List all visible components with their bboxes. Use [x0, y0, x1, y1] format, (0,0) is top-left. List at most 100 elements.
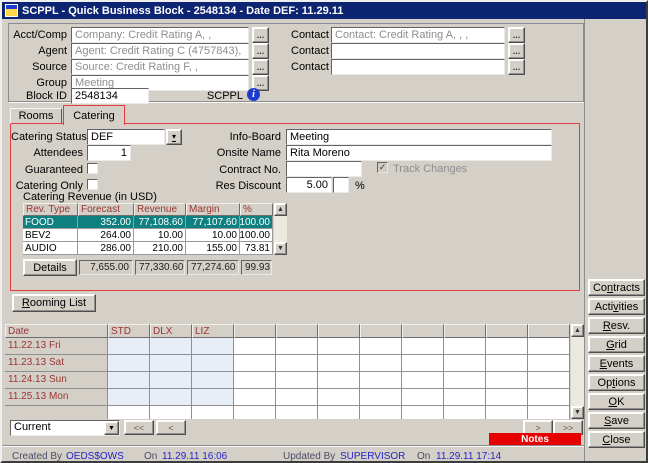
- sidebar-button-ok[interactable]: OK: [588, 393, 645, 410]
- sidebar-button-resv[interactable]: Resv.: [588, 317, 645, 334]
- browse-button[interactable]: ...: [508, 43, 525, 59]
- grid-cell[interactable]: [402, 338, 444, 355]
- grid-cell[interactable]: [318, 389, 360, 406]
- grid-cell[interactable]: [486, 372, 528, 389]
- browse-button[interactable]: ...: [252, 43, 269, 59]
- source-field[interactable]: [71, 59, 249, 75]
- browse-button[interactable]: ...: [508, 27, 525, 43]
- block-id-field[interactable]: [71, 88, 149, 104]
- scroll-down-icon[interactable]: ▼: [571, 406, 584, 419]
- grid-cell[interactable]: [150, 338, 192, 355]
- grid-cell[interactable]: [108, 406, 150, 419]
- grid-cell[interactable]: [234, 406, 276, 419]
- grid-cell[interactable]: [444, 355, 486, 372]
- agent-field[interactable]: [71, 43, 249, 59]
- grid-cell[interactable]: [108, 372, 150, 389]
- grid-cell[interactable]: [150, 355, 192, 372]
- grid-cell[interactable]: [360, 406, 402, 419]
- grid-cell[interactable]: [150, 372, 192, 389]
- nav-prev-button[interactable]: <: [156, 420, 186, 435]
- grid-cell[interactable]: [108, 338, 150, 355]
- grid-cell[interactable]: [528, 355, 570, 372]
- grid-cell[interactable]: [318, 406, 360, 419]
- grid-cell[interactable]: [528, 389, 570, 406]
- grid-cell[interactable]: [234, 338, 276, 355]
- scroll-up-icon[interactable]: ▲: [571, 324, 584, 337]
- grid-cell[interactable]: [234, 389, 276, 406]
- acctcomp-field[interactable]: [71, 27, 249, 43]
- grid-cell[interactable]: [360, 355, 402, 372]
- grid-cell[interactable]: [528, 372, 570, 389]
- scroll-down-icon[interactable]: ▼: [274, 242, 287, 255]
- grid-cell[interactable]: [486, 406, 528, 419]
- info-icon[interactable]: i: [247, 88, 260, 101]
- grid-cell[interactable]: [234, 355, 276, 372]
- guaranteed-checkbox[interactable]: [87, 163, 98, 174]
- details-button[interactable]: Details: [23, 259, 77, 276]
- tab-catering[interactable]: Catering: [63, 105, 125, 125]
- sidebar-button-close[interactable]: Close: [588, 431, 645, 448]
- grid-cell[interactable]: [108, 355, 150, 372]
- chevron-down-icon[interactable]: ▼: [104, 421, 119, 435]
- grid-cell[interactable]: [444, 372, 486, 389]
- grid-cell[interactable]: [402, 406, 444, 419]
- res-discount-extra-box[interactable]: [333, 177, 349, 193]
- onsite-name-field[interactable]: [286, 145, 552, 161]
- grid-cell[interactable]: [528, 406, 570, 419]
- contact-field[interactable]: [331, 43, 505, 59]
- grid-cell[interactable]: [192, 338, 234, 355]
- grid-scrollbar[interactable]: ▲▼: [571, 324, 584, 419]
- scroll-track[interactable]: [571, 337, 584, 406]
- grid-cell[interactable]: [486, 338, 528, 355]
- grid-cell[interactable]: [360, 338, 402, 355]
- grid-cell[interactable]: [234, 372, 276, 389]
- browse-button[interactable]: ...: [252, 27, 269, 43]
- res-discount-field[interactable]: [286, 177, 332, 193]
- sidebar-button-grid[interactable]: Grid: [588, 336, 645, 353]
- catering-only-checkbox[interactable]: [87, 179, 98, 190]
- browse-button[interactable]: ...: [252, 59, 269, 75]
- grid-cell[interactable]: [276, 406, 318, 419]
- grid-cell[interactable]: [444, 406, 486, 419]
- nav-first-button[interactable]: <<: [124, 420, 154, 435]
- grid-cell[interactable]: [318, 338, 360, 355]
- grid-cell[interactable]: [402, 389, 444, 406]
- grid-cell[interactable]: [150, 406, 192, 419]
- sidebar-button-save[interactable]: Save: [588, 412, 645, 429]
- grid-cell[interactable]: [192, 406, 234, 419]
- sidebar-button-events[interactable]: Events: [588, 355, 645, 372]
- grid-cell[interactable]: [192, 372, 234, 389]
- grid-cell[interactable]: [444, 389, 486, 406]
- grid-cell[interactable]: [150, 389, 192, 406]
- sidebar-button-options[interactable]: Options: [588, 374, 645, 391]
- browse-button[interactable]: ...: [508, 59, 525, 75]
- grid-cell[interactable]: [360, 372, 402, 389]
- grid-cell[interactable]: [276, 338, 318, 355]
- scroll-track[interactable]: [274, 216, 287, 242]
- info-board-field[interactable]: [286, 129, 552, 145]
- grid-cell[interactable]: [276, 389, 318, 406]
- attendees-field[interactable]: [87, 145, 131, 161]
- grid-cell[interactable]: [318, 355, 360, 372]
- view-select[interactable]: Current ▼: [10, 420, 120, 436]
- grid-cell[interactable]: [402, 355, 444, 372]
- contact-field[interactable]: [331, 27, 505, 43]
- grid-cell[interactable]: [444, 338, 486, 355]
- grid-cell[interactable]: [486, 355, 528, 372]
- grid-cell[interactable]: [528, 338, 570, 355]
- grid-cell[interactable]: [360, 389, 402, 406]
- catering-status-dropdown-button[interactable]: ▾: [166, 129, 182, 145]
- grid-cell[interactable]: [276, 372, 318, 389]
- grid-cell[interactable]: [402, 372, 444, 389]
- contact-field[interactable]: [331, 59, 505, 75]
- grid-cell[interactable]: [192, 389, 234, 406]
- grid-cell[interactable]: [276, 355, 318, 372]
- grid-cell[interactable]: [486, 389, 528, 406]
- contract-no-field[interactable]: [286, 161, 362, 177]
- scroll-up-icon[interactable]: ▲: [274, 203, 287, 216]
- track-changes-checkbox[interactable]: ✓: [377, 162, 388, 173]
- grid-cell[interactable]: [318, 372, 360, 389]
- revenue-scrollbar[interactable]: ▲▼: [274, 203, 287, 255]
- sidebar-button-activities[interactable]: Activities: [588, 298, 645, 315]
- rooming-list-button[interactable]: Rooming List: [12, 294, 96, 312]
